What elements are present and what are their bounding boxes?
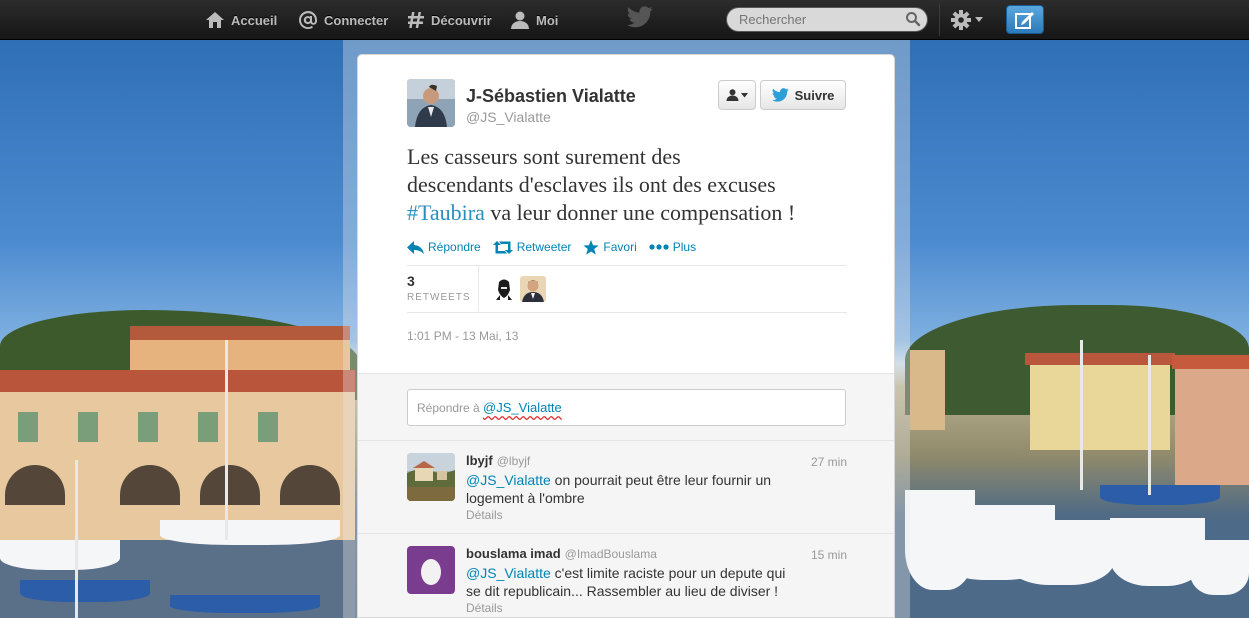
- reply-action[interactable]: Répondre: [407, 237, 481, 257]
- tweet-card: J-Sébastien Vialatte @JS_Vialatte Suivre…: [357, 54, 895, 618]
- reply-details-link[interactable]: Détails: [466, 601, 503, 615]
- gear-icon: [951, 10, 971, 30]
- reply-input-mention: @JS_Vialatte: [483, 400, 562, 415]
- reply-author-name: lbyjf: [466, 453, 493, 468]
- mention-link[interactable]: @JS_Vialatte: [466, 565, 551, 581]
- search-icon[interactable]: [905, 11, 921, 27]
- nav-me-label: Moi: [536, 12, 559, 28]
- tweet-text-line: Les casseurs sont surement des: [407, 144, 681, 169]
- retweet-action[interactable]: Retweeter: [492, 237, 572, 257]
- favorite-action[interactable]: Favori: [583, 237, 637, 257]
- retweet-count-label: RETWEETS: [407, 292, 471, 303]
- tweet-text-line: descendants d'esclaves ils ont des excus…: [407, 172, 776, 197]
- retweet-icon: [492, 240, 513, 254]
- nav-home-label: Accueil: [231, 12, 278, 28]
- nav-me[interactable]: Moi: [510, 0, 558, 40]
- tweet-text-fragment: va leur donner une compensation !: [484, 200, 796, 225]
- author-avatar[interactable]: [407, 79, 455, 127]
- reply-composer-area: Répondre à @JS_Vialatte: [358, 373, 894, 441]
- tweet-text-line: #Taubira va leur donner une compensation…: [407, 199, 857, 227]
- twitter-bird-icon: [771, 88, 789, 102]
- top-navigation-bar: Accueil Connecter Découvrir Moi: [0, 0, 1249, 40]
- topbar-divider: [939, 4, 940, 36]
- chevron-down-icon: [741, 92, 748, 97]
- reply-icon: [407, 240, 424, 254]
- avatar-photo: [407, 79, 455, 127]
- nav-home[interactable]: Accueil: [205, 0, 277, 40]
- reply-tweet[interactable]: bouslama imad @ImadBouslama 15 min @JS_Vi…: [358, 534, 894, 617]
- settings-menu-button[interactable]: [950, 9, 983, 31]
- compose-tweet-button[interactable]: [1006, 5, 1044, 34]
- at-icon: [299, 11, 317, 29]
- retweet-label: Retweeter: [516, 240, 572, 254]
- reply-time[interactable]: 27 min: [811, 455, 847, 469]
- tweet-timestamp[interactable]: 1:01 PM - 13 Mai, 13: [407, 329, 518, 343]
- more-label: Plus: [672, 240, 697, 254]
- avatar-photo: [491, 276, 517, 302]
- hash-icon: [408, 12, 424, 28]
- nav-connect-label: Connecter: [324, 12, 389, 28]
- search-input[interactable]: [726, 7, 928, 32]
- reply-author[interactable]: lbyjf @lbyjf: [466, 453, 530, 468]
- star-icon: [583, 239, 600, 255]
- follow-button[interactable]: Suivre: [760, 80, 846, 110]
- reply-author[interactable]: bouslama imad @ImadBouslama: [466, 546, 657, 561]
- reply-author-handle: @ImadBouslama: [564, 547, 657, 561]
- stats-divider: [478, 265, 479, 311]
- user-actions-button[interactable]: [718, 80, 756, 110]
- reply-author-handle: @lbyjf: [496, 454, 531, 468]
- home-icon: [206, 12, 224, 28]
- compose-icon: [1015, 11, 1034, 29]
- retweet-count[interactable]: 3: [407, 273, 415, 289]
- reply-time[interactable]: 15 min: [811, 548, 847, 562]
- retweeter-avatar[interactable]: [491, 276, 517, 302]
- tweet-text: Les casseurs sont surement des descendan…: [407, 143, 857, 227]
- favorite-label: Favori: [603, 240, 637, 254]
- reply-text: @JS_Vialatte c'est limite raciste pour u…: [466, 564, 796, 600]
- nav-discover[interactable]: Découvrir: [407, 0, 492, 40]
- divider: [407, 265, 847, 266]
- reply-input[interactable]: Répondre à @JS_Vialatte: [407, 389, 846, 426]
- retweeter-avatar[interactable]: [520, 276, 546, 302]
- avatar-photo: [520, 276, 546, 302]
- chevron-down-icon: [975, 17, 983, 22]
- author-username[interactable]: @JS_Vialatte: [466, 109, 551, 125]
- divider: [407, 312, 847, 313]
- reply-label: Répondre: [428, 240, 481, 254]
- reply-text: @JS_Vialatte on pourrait peut être leur …: [466, 471, 796, 507]
- reply-avatar[interactable]: [407, 546, 455, 594]
- mention-link[interactable]: @JS_Vialatte: [466, 472, 551, 488]
- person-icon: [726, 89, 739, 101]
- reply-author-name: bouslama imad: [466, 546, 561, 561]
- more-action[interactable]: Plus: [649, 237, 696, 257]
- person-icon: [511, 11, 529, 29]
- tweet-actions: Répondre Retweeter Favori Plus: [407, 237, 696, 257]
- more-icon: [649, 244, 669, 250]
- follow-button-label: Suivre: [794, 87, 835, 103]
- reply-avatar[interactable]: [407, 453, 455, 501]
- reply-tweet[interactable]: lbyjf @lbyjf 27 min @JS_Vialatte on pourr…: [358, 441, 894, 534]
- author-fullname[interactable]: J-Sébastien Vialatte: [466, 86, 636, 107]
- nav-discover-label: Découvrir: [431, 12, 492, 28]
- twitter-bird-icon[interactable]: [627, 6, 653, 28]
- avatar-photo: [407, 453, 455, 501]
- hashtag-link[interactable]: #Taubira: [407, 200, 485, 225]
- egg-avatar-icon: [407, 546, 455, 594]
- reply-input-prefix: Répondre à: [417, 401, 484, 415]
- nav-connect[interactable]: Connecter: [298, 0, 388, 40]
- reply-details-link[interactable]: Détails: [466, 508, 503, 522]
